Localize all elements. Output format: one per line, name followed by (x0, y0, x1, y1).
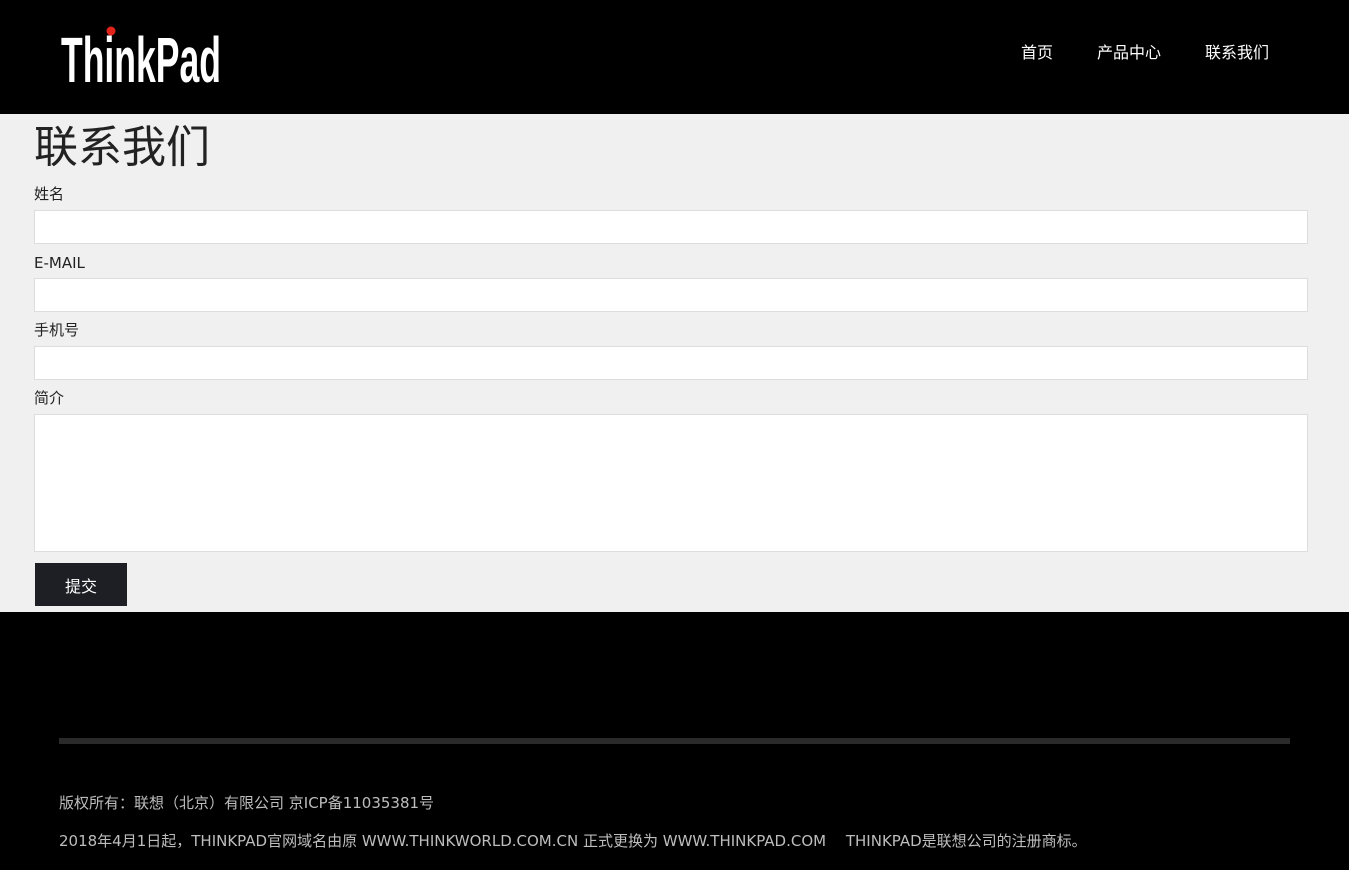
page-title: 联系我们 (34, 122, 210, 173)
site-header: ThinkPad 首页 产品中心 联系我们 (0, 0, 1349, 114)
email-input[interactable] (34, 278, 1308, 312)
name-input[interactable] (34, 210, 1308, 244)
nav-item-home[interactable]: 首页 (1021, 43, 1053, 63)
contact-form-section: 联系我们 姓名 E-MAIL 手机号 简介 提交 (0, 114, 1349, 612)
footer-divider (59, 738, 1290, 744)
nav-item-contact[interactable]: 联系我们 (1205, 43, 1269, 63)
svg-text:ThinkPad: ThinkPad (61, 26, 221, 86)
submit-button[interactable]: 提交 (35, 563, 127, 606)
footer-copyright: 版权所有：联想（北京）有限公司 京ICP备11035381号 (59, 794, 435, 812)
footer-notice: 2018年4月1日起，THINKPAD官网域名由原 WWW.THINKWORLD… (59, 832, 1087, 850)
site-footer: 版权所有：联想（北京）有限公司 京ICP备11035381号 2018年4月1日… (0, 612, 1349, 870)
nav-item-products[interactable]: 产品中心 (1097, 43, 1161, 63)
intro-textarea[interactable] (34, 414, 1308, 552)
main-nav: 首页 产品中心 联系我们 (977, 43, 1269, 63)
intro-label: 简介 (34, 389, 65, 407)
phone-label: 手机号 (34, 321, 80, 339)
name-label: 姓名 (34, 185, 65, 203)
phone-input[interactable] (34, 346, 1308, 380)
email-label: E-MAIL (34, 254, 85, 272)
thinkpad-logo[interactable]: ThinkPad (61, 26, 226, 86)
